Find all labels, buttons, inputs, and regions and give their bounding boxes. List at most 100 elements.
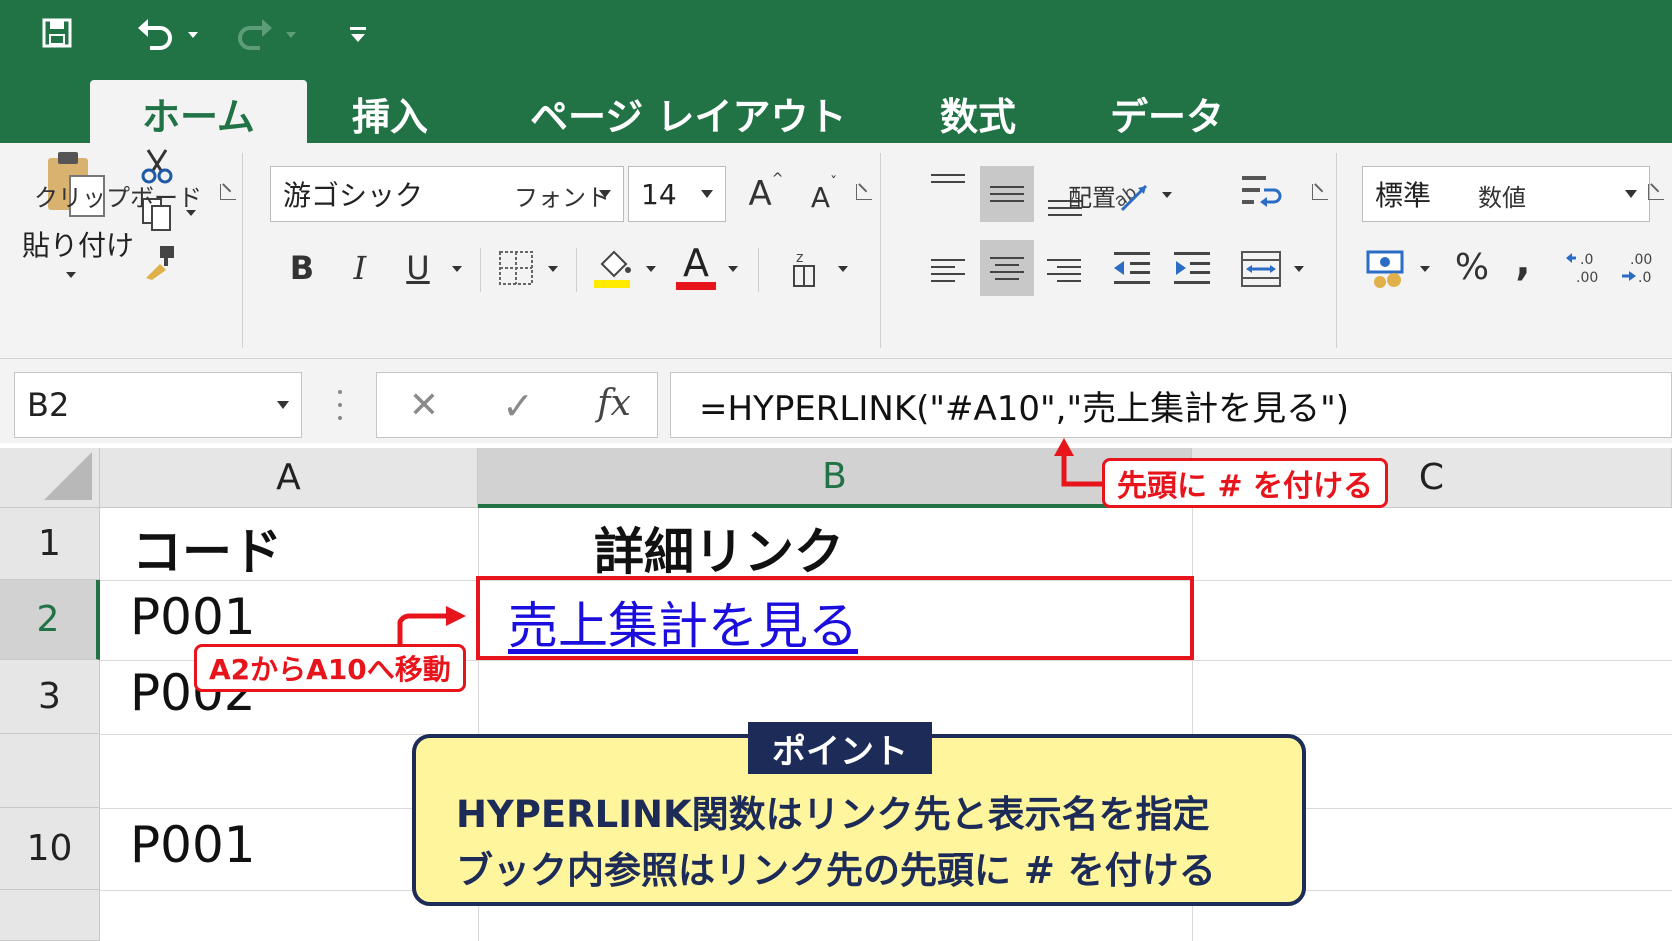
italic-button[interactable]: I (340, 246, 380, 290)
number-launcher-icon[interactable] (1648, 184, 1664, 200)
formula-input[interactable]: =HYPERLINK("#A10","売上集計を見る") (670, 372, 1672, 438)
font-launcher-icon[interactable] (856, 184, 872, 200)
redo-icon (234, 16, 274, 52)
alignment-group-label: 配置 (1068, 184, 1116, 212)
accounting-format-icon[interactable] (1366, 246, 1410, 290)
wrap-text-icon[interactable] (1240, 172, 1282, 214)
point-line-1: HYPERLINK関数はリンク先と表示名を指定 (456, 793, 1210, 836)
align-right-icon[interactable] (1040, 246, 1088, 294)
cell-b1[interactable]: 詳細リンク (594, 512, 844, 584)
separator (758, 248, 759, 292)
paste-dropdown-icon[interactable] (66, 272, 76, 278)
svg-text:.0: .0 (1580, 252, 1593, 268)
separator (480, 248, 481, 292)
row-header-10[interactable]: 10 (0, 808, 100, 890)
bold-button[interactable]: B (282, 246, 322, 290)
jump-note-arrow (397, 606, 466, 648)
merge-dropdown-icon[interactable] (1294, 266, 1304, 272)
orientation-dropdown-icon[interactable] (1162, 192, 1172, 198)
increase-font-glyph: A (748, 174, 772, 214)
separator (1336, 153, 1337, 348)
accounting-dropdown-icon[interactable] (1420, 266, 1430, 272)
align-left-icon[interactable] (924, 246, 972, 294)
decrease-decimal-icon[interactable]: .00.0 (1620, 248, 1660, 288)
number-format-value: 標準 (1375, 179, 1432, 212)
font-color-glyph: A (683, 241, 709, 285)
tab-page-layout[interactable]: ページ レイアウト (530, 86, 846, 141)
hash-note: 先頭に # を付ける (1102, 458, 1389, 508)
increase-decimal-icon[interactable]: .0.00 (1566, 248, 1606, 288)
phonetic-dropdown-icon[interactable] (838, 266, 848, 272)
row-header-2[interactable]: 2 (0, 580, 100, 660)
borders-icon[interactable] (498, 250, 534, 286)
more-options-icon[interactable] (336, 390, 344, 420)
merge-center-icon[interactable] (1240, 248, 1282, 290)
orientation-icon[interactable]: ab (1110, 174, 1152, 214)
format-painter-icon[interactable] (142, 244, 178, 280)
undo-icon[interactable] (136, 16, 176, 52)
name-box[interactable]: B2 (14, 372, 302, 438)
formula-text: =HYPERLINK("#A10","売上集計を見る") (699, 388, 1350, 429)
tab-data[interactable]: データ (1110, 86, 1224, 141)
comma-style-button[interactable]: , (1508, 240, 1538, 284)
point-line-2: ブック内参照はリンク先の先頭に # を付ける (456, 849, 1216, 892)
svg-text:.00: .00 (1630, 252, 1652, 268)
align-top-icon[interactable] (924, 168, 972, 208)
decrease-font-size-button[interactable]: Aˇ (804, 176, 844, 220)
clipboard-group-label: クリップボード (34, 184, 202, 212)
borders-dropdown-icon[interactable] (548, 266, 558, 272)
fill-color-icon[interactable] (594, 246, 634, 290)
name-box-value: B2 (27, 386, 70, 424)
font-size-dropdown[interactable]: 14 (628, 166, 726, 222)
row-header-3[interactable]: 3 (0, 660, 100, 734)
phonetic-guide-icon[interactable]: z (790, 248, 818, 288)
caret-up-icon: ^ (771, 171, 784, 187)
clipboard-launcher-icon[interactable] (220, 184, 236, 200)
row-header-1[interactable]: 1 (0, 508, 100, 580)
paste-button-label[interactable]: 貼り付け (22, 224, 134, 264)
percent-style-button[interactable]: % (1450, 246, 1494, 290)
svg-text:z: z (796, 250, 803, 266)
save-icon[interactable] (42, 18, 72, 48)
alignment-launcher-icon[interactable] (1312, 184, 1328, 200)
increase-font-size-button[interactable]: A ^ (746, 172, 786, 216)
insert-function-icon[interactable]: fx (586, 382, 642, 426)
decrease-indent-icon[interactable] (1112, 248, 1152, 288)
svg-text:.00: .00 (1576, 270, 1598, 286)
underline-button[interactable]: U (398, 246, 438, 290)
cell-b2-hyperlink[interactable]: 売上集計を見る (508, 586, 858, 658)
hash-note-arrow (1054, 438, 1106, 487)
font-name-value: 游ゴシック (283, 179, 424, 212)
jump-note: A2からA10へ移動 (194, 644, 466, 692)
font-color-button[interactable]: A (676, 244, 716, 290)
select-all-corner[interactable] (0, 448, 100, 508)
decrease-font-glyph: A (810, 181, 831, 214)
fill-color-dropdown-icon[interactable] (646, 266, 656, 272)
font-group-label: フォント (514, 184, 610, 212)
underline-dropdown-icon[interactable] (452, 266, 462, 272)
svg-text:.0: .0 (1638, 270, 1651, 286)
align-middle-icon[interactable] (980, 166, 1034, 222)
cell-a2[interactable]: P001 (130, 588, 256, 646)
font-size-value: 14 (641, 177, 677, 211)
separator (242, 153, 243, 348)
separator (880, 153, 881, 348)
enter-icon[interactable]: ✓ (494, 384, 542, 428)
separator (576, 248, 577, 292)
redo-dropdown-icon (286, 32, 296, 38)
point-title: ポイント (748, 722, 932, 774)
tab-home[interactable]: ホーム (90, 80, 307, 143)
customize-qat-icon[interactable] (348, 24, 368, 44)
cancel-icon[interactable]: ✕ (400, 384, 448, 428)
increase-indent-icon[interactable] (1172, 248, 1212, 288)
tab-formulas[interactable]: 数式 (940, 86, 1016, 141)
cell-a10[interactable]: P001 (130, 816, 256, 874)
cell-a1[interactable]: コード (132, 512, 282, 584)
align-center-icon[interactable] (980, 240, 1034, 296)
undo-dropdown-icon[interactable] (188, 32, 198, 38)
tab-insert[interactable]: 挿入 (352, 86, 428, 141)
font-color-dropdown-icon[interactable] (728, 266, 738, 272)
caret-down-icon: ˇ (830, 175, 838, 191)
number-group-label: 数値 (1478, 184, 1526, 212)
column-header-a[interactable]: A (100, 448, 478, 508)
